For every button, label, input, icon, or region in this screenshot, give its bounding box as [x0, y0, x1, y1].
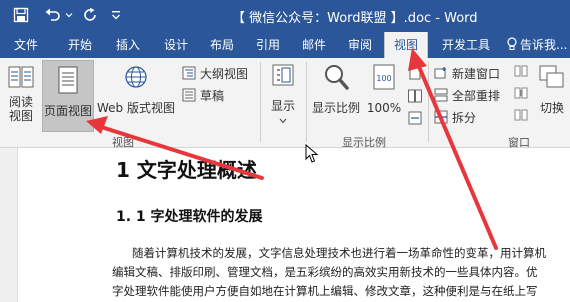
zoom-100-button[interactable]: 100 100%	[364, 62, 404, 132]
sync-scroll-icon	[514, 87, 528, 99]
chevron-down-icon	[279, 118, 287, 124]
reset-position-button[interactable]	[512, 108, 530, 126]
tab-references[interactable]: 引用	[248, 32, 288, 58]
tab-insert[interactable]: 插入	[108, 32, 148, 58]
draft-label: 草稿	[200, 88, 225, 103]
tab-developer[interactable]: 开发工具	[434, 32, 498, 58]
customize-qat-button[interactable]	[108, 5, 124, 25]
magnifier-icon	[325, 65, 349, 90]
print-layout-icon	[58, 66, 78, 94]
redo-button[interactable]	[80, 5, 100, 25]
reset-position-icon	[514, 109, 528, 121]
lightbulb-icon	[507, 37, 517, 50]
new-window-button[interactable]: 新建窗口	[434, 64, 500, 82]
document-page[interactable]: 1 文字处理概述 1. 1 字处理软件的发展 随着计算机技术的发展，文字信息处理…	[0, 148, 570, 302]
group-separator	[428, 62, 429, 142]
heading-1: 1 文字处理概述	[116, 158, 257, 182]
tell-me-label: 告诉我...	[520, 38, 568, 52]
arrange-all-label: 全部重排	[452, 88, 501, 103]
undo-button[interactable]	[42, 5, 64, 25]
undo-dropdown-button[interactable]	[64, 5, 74, 25]
tab-mailings[interactable]: 邮件	[294, 32, 334, 58]
heading-2: 1. 1 字处理软件的发展	[116, 209, 263, 225]
title-bar: 【 微信公众号：Word联盟 】.doc - Word	[0, 0, 570, 32]
one-page-icon	[409, 64, 421, 80]
split-label: 拆分	[452, 110, 477, 125]
svg-text:100: 100	[376, 74, 391, 83]
switch-windows-label: 切换	[539, 101, 564, 115]
zoom-100-label: 100%	[366, 101, 402, 115]
split-icon	[434, 110, 448, 124]
group-separator	[306, 62, 307, 142]
multiple-pages-icon	[408, 89, 422, 103]
tab-home[interactable]: 开始	[60, 32, 100, 58]
outline-icon	[182, 66, 196, 80]
split-button[interactable]: 拆分	[434, 108, 476, 126]
one-page-button[interactable]	[406, 64, 424, 84]
window-title: 【 微信公众号：Word联盟 】.doc - Word	[232, 11, 478, 26]
save-button[interactable]	[10, 5, 32, 25]
read-mode-label-1: 阅读	[8, 95, 33, 109]
paragraph-line: 随着计算机技术的发展，文字信息处理技术也进行着一场革命性的变革，用计算机	[132, 246, 546, 260]
chevron-down-icon	[65, 13, 73, 18]
show-icon	[272, 64, 294, 86]
print-layout-label: 页面视图	[43, 104, 92, 118]
outline-view-button[interactable]: 大纲视图	[182, 64, 248, 82]
view-side-by-side-button[interactable]	[512, 64, 530, 82]
tab-file[interactable]: 文件	[6, 32, 46, 58]
zoom-label: 显示比例	[311, 101, 360, 115]
tab-layout[interactable]: 布局	[202, 32, 242, 58]
tab-review[interactable]: 审阅	[340, 32, 380, 58]
web-layout-button[interactable]: Web 版式视图	[96, 62, 176, 132]
tell-me-search[interactable]: 告诉我...	[506, 32, 570, 58]
ribbon-view: 阅读 视图 页面视图 Web 版式视图 大纲视图 草稿 视图 显示 显示比例 1…	[0, 58, 570, 149]
sync-scroll-button[interactable]	[512, 86, 530, 104]
mouse-cursor-icon	[305, 144, 319, 163]
refresh-icon	[84, 7, 96, 21]
page-width-button[interactable]	[406, 110, 424, 130]
paragraph-line: 编辑文稿、排版印刷、管理文档，是五彩缤纷的高效实用新技术的一些具体内容。优	[112, 265, 538, 279]
arrange-all-button[interactable]: 全部重排	[434, 86, 500, 104]
show-label: 显示	[270, 99, 295, 113]
side-by-side-icon	[514, 65, 528, 77]
show-button[interactable]: 显示	[266, 62, 300, 132]
web-layout-label: Web 版式视图	[97, 101, 175, 115]
draft-view-button[interactable]: 草稿	[182, 86, 224, 104]
zoom-button[interactable]: 显示比例	[308, 62, 364, 132]
group-separator	[260, 62, 261, 142]
draft-icon	[182, 88, 196, 102]
new-window-icon	[434, 67, 446, 79]
paragraph-line: 字处理软件能使用户方便自如地在计算机上编辑、修改文章，这种便利是与在纸上写	[112, 284, 538, 298]
tab-view[interactable]: 视图	[384, 32, 428, 58]
vertical-ruler	[0, 148, 18, 302]
read-mode-button[interactable]: 阅读 视图	[2, 62, 40, 132]
outline-label: 大纲视图	[200, 66, 249, 81]
read-mode-icon	[8, 66, 34, 88]
undo-icon	[45, 8, 60, 21]
web-layout-icon	[125, 66, 147, 88]
zoom-100-icon: 100	[373, 64, 395, 90]
ribbon-tabs: 文件 开始 插入 设计 布局 引用 邮件 审阅 视图 开发工具 告诉我...	[0, 32, 570, 58]
save-icon	[13, 7, 29, 23]
qat-more-icon	[112, 11, 120, 20]
arrange-all-icon	[434, 88, 448, 102]
page-width-icon	[408, 111, 422, 125]
print-layout-button[interactable]: 页面视图	[42, 60, 94, 132]
switch-windows-icon	[539, 65, 564, 88]
switch-windows-button[interactable]: 切换	[534, 62, 570, 132]
read-mode-label-2: 视图	[8, 109, 33, 123]
tab-design[interactable]: 设计	[156, 32, 196, 58]
multiple-pages-button[interactable]	[406, 88, 424, 108]
new-window-label: 新建窗口	[452, 66, 501, 81]
